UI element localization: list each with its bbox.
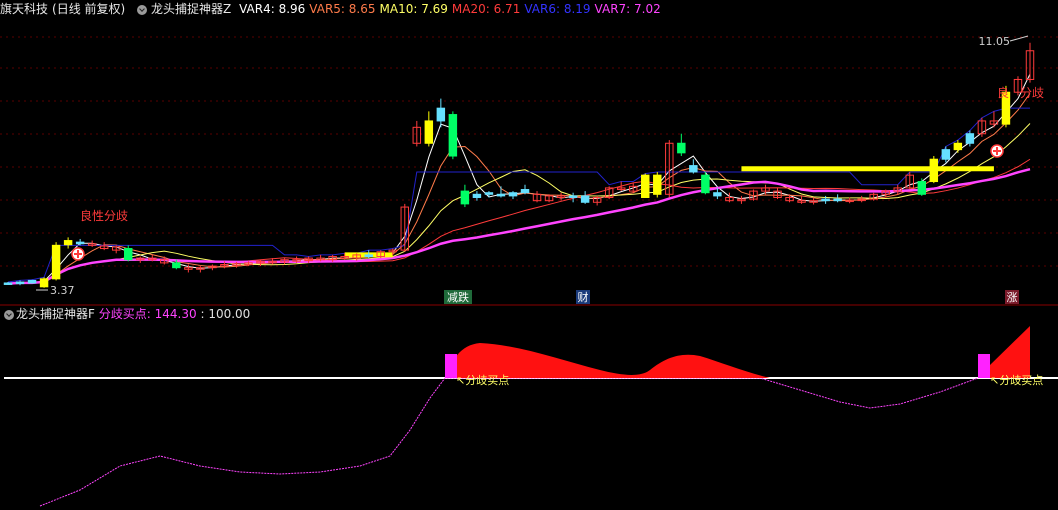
- buy-point-callout: ↖分歧买点: [990, 374, 1043, 387]
- sub-indicator-area: [445, 343, 770, 378]
- event-marker: 减跌: [447, 290, 469, 304]
- price-high-pointer: [1009, 35, 1029, 42]
- candle: [917, 181, 927, 195]
- candle: [953, 142, 963, 151]
- candle: [27, 279, 37, 284]
- candle: [701, 174, 710, 194]
- candle: [833, 198, 842, 202]
- event-marker: 财: [578, 290, 589, 304]
- candle: [424, 120, 434, 144]
- candle: [484, 192, 494, 195]
- candle: [929, 158, 939, 183]
- candle: [460, 190, 470, 205]
- candle: [448, 114, 458, 157]
- candle: [39, 278, 49, 288]
- signal-label: 良性分歧: [80, 208, 128, 223]
- price-low-label: 3.37: [50, 284, 75, 297]
- signal-label: 良: [997, 85, 1009, 100]
- candle: [677, 142, 686, 154]
- candle: [75, 241, 85, 245]
- candle: [941, 149, 951, 160]
- candle: [713, 192, 722, 197]
- candle: [364, 254, 373, 258]
- ma20-line: [7, 158, 1031, 285]
- candle: [689, 165, 698, 173]
- candle: [508, 192, 518, 197]
- buy-point-callout: ↖分歧买点: [456, 374, 509, 387]
- candle: [580, 195, 590, 203]
- candle: [472, 193, 482, 198]
- candle: [520, 189, 530, 194]
- candle: [3, 282, 13, 285]
- candle: [124, 248, 133, 261]
- candle: [568, 195, 578, 198]
- price-chart[interactable]: 11.05 3.37 良性分歧 良 分歧减跌 财 涨 ↖分歧买点 ↖分歧买点: [0, 0, 1058, 510]
- candle: [63, 240, 73, 246]
- candle: [496, 193, 506, 197]
- buy-point-bar: [978, 354, 990, 378]
- candle: [821, 198, 830, 202]
- candle: [641, 174, 650, 198]
- sub-indicator-curve: [39, 377, 979, 507]
- var4-line: [7, 73, 1031, 285]
- candle: [172, 262, 181, 269]
- candle: [51, 244, 61, 280]
- candle: [436, 107, 446, 122]
- candle: [15, 281, 25, 285]
- candle: [965, 133, 975, 144]
- candle: [653, 174, 662, 195]
- price-high-label: 11.05: [979, 35, 1011, 48]
- var5-line: [7, 93, 1031, 285]
- event-marker: 涨: [1007, 291, 1018, 304]
- signal-label: 分歧: [1020, 86, 1044, 100]
